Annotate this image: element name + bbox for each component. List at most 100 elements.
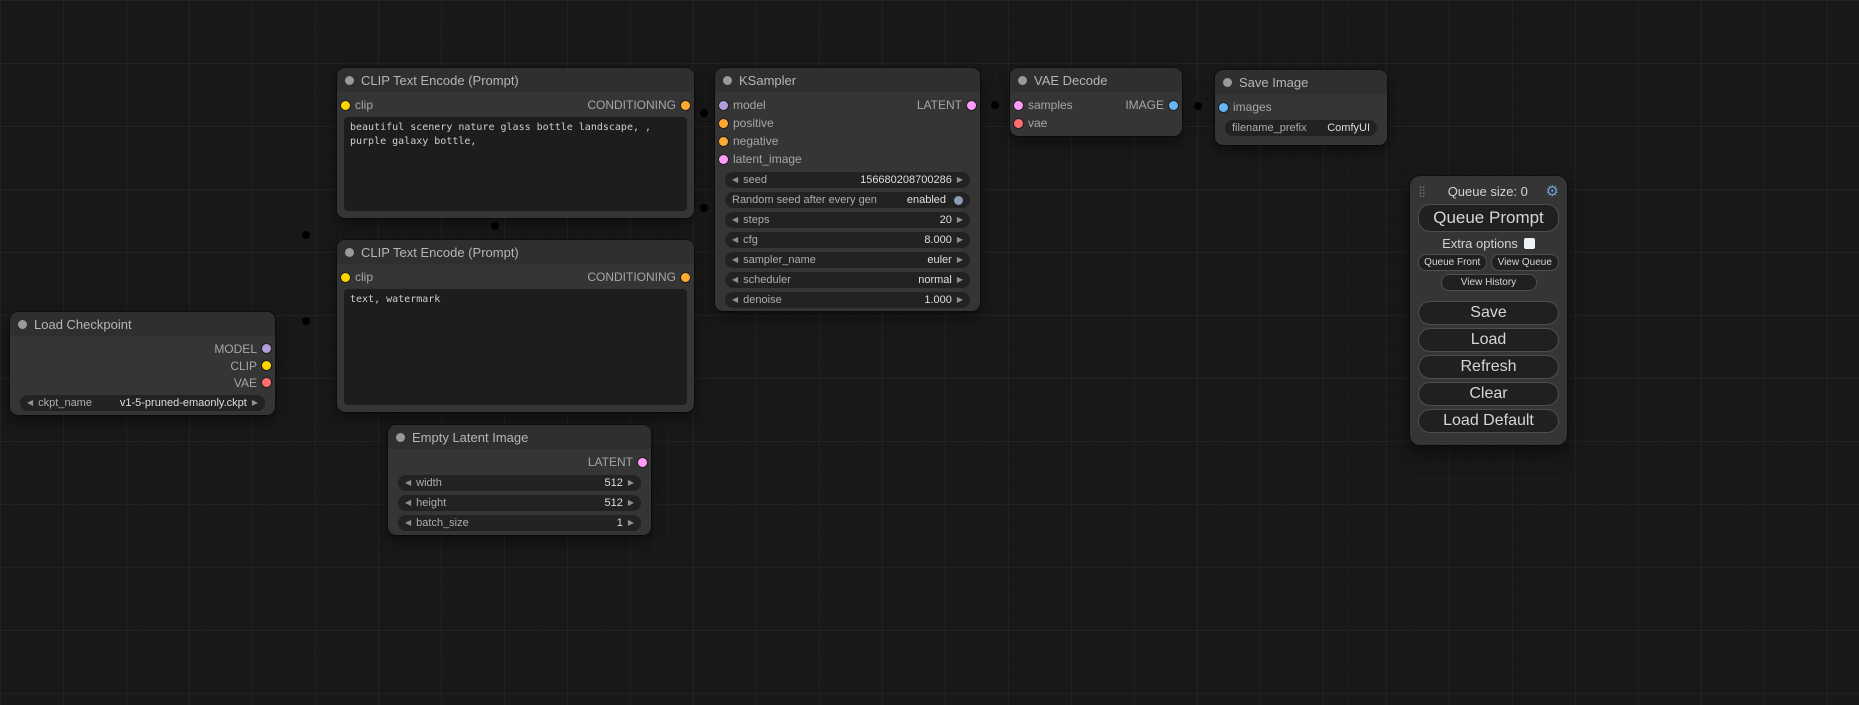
decrement-icon[interactable]: ◀ — [405, 519, 411, 527]
increment-icon[interactable]: ▶ — [957, 216, 963, 224]
increment-icon[interactable]: ▶ — [957, 276, 963, 284]
refresh-button[interactable]: Refresh — [1418, 355, 1559, 379]
collapse-dot[interactable] — [345, 248, 354, 257]
increment-icon[interactable]: ▶ — [628, 499, 634, 507]
input-port-latent-image[interactable]: latent_image — [719, 152, 802, 166]
collapse-dot[interactable] — [345, 76, 354, 85]
widget-seed[interactable]: ◀ seed 156680208700286 ▶ — [725, 172, 970, 188]
node-ksampler-titlebar[interactable]: KSampler — [715, 68, 980, 92]
latent-port-dot[interactable] — [638, 458, 647, 467]
collapse-dot[interactable] — [18, 320, 27, 329]
view-history-button[interactable]: View History — [1441, 274, 1537, 291]
node-graph-canvas[interactable]: Load Checkpoint MODEL CLIP VAE — [0, 0, 1859, 705]
drag-handle-icon[interactable]: ⣿ — [1418, 185, 1426, 198]
output-port-image[interactable]: IMAGE — [1125, 98, 1178, 112]
toggle-dot-icon[interactable] — [954, 196, 963, 205]
increment-icon[interactable]: ▶ — [628, 479, 634, 487]
input-port-positive[interactable]: positive — [719, 116, 774, 130]
node-empty-latent-titlebar[interactable]: Empty Latent Image — [388, 425, 651, 449]
node-save-image-titlebar[interactable]: Save Image — [1215, 70, 1387, 94]
latent-port-dot[interactable] — [719, 155, 728, 164]
input-port-vae[interactable]: vae — [1014, 116, 1047, 130]
queue-prompt-button[interactable]: Queue Prompt — [1418, 204, 1559, 232]
node-empty-latent-image[interactable]: Empty Latent Image LATENT ◀ width 512 ▶ … — [388, 425, 651, 535]
decrement-icon[interactable]: ◀ — [732, 276, 738, 284]
positive-prompt-textarea[interactable]: beautiful scenery nature glass bottle la… — [344, 117, 687, 211]
latent-port-dot[interactable] — [967, 101, 976, 110]
node-load-checkpoint-titlebar[interactable]: Load Checkpoint — [10, 312, 275, 336]
node-load-checkpoint[interactable]: Load Checkpoint MODEL CLIP VAE — [10, 312, 275, 415]
negative-prompt-textarea[interactable]: text, watermark — [344, 289, 687, 405]
decrement-icon[interactable]: ◀ — [732, 296, 738, 304]
vae-port-dot[interactable] — [262, 378, 271, 387]
latent-port-dot[interactable] — [1014, 101, 1023, 110]
conditioning-port-dot[interactable] — [681, 101, 690, 110]
widget-denoise[interactable]: ◀ denoise 1.000 ▶ — [725, 292, 970, 308]
clear-button[interactable]: Clear — [1418, 382, 1559, 406]
widget-scheduler[interactable]: ◀ scheduler normal ▶ — [725, 272, 970, 288]
output-port-vae[interactable]: VAE — [234, 376, 271, 390]
input-port-negative[interactable]: negative — [719, 134, 778, 148]
input-port-model[interactable]: model — [719, 98, 766, 112]
input-port-samples[interactable]: samples — [1014, 98, 1073, 112]
node-clip-text-encode-negative[interactable]: CLIP Text Encode (Prompt) clip CONDITION… — [337, 240, 694, 412]
node-ksampler[interactable]: KSampler model LATENT positive — [715, 68, 980, 311]
image-port-dot[interactable] — [1169, 101, 1178, 110]
collapse-dot[interactable] — [1223, 78, 1232, 87]
model-port-dot[interactable] — [262, 344, 271, 353]
increment-icon[interactable]: ▶ — [957, 176, 963, 184]
clip-port-dot[interactable] — [341, 273, 350, 282]
decrement-icon[interactable]: ◀ — [732, 236, 738, 244]
output-port-model[interactable]: MODEL — [214, 342, 271, 356]
widget-height[interactable]: ◀ height 512 ▶ — [398, 495, 641, 511]
widget-width[interactable]: ◀ width 512 ▶ — [398, 475, 641, 491]
clip-port-dot[interactable] — [262, 361, 271, 370]
input-port-clip[interactable]: clip — [341, 270, 373, 284]
increment-icon[interactable]: ▶ — [628, 519, 634, 527]
node-save-image[interactable]: Save Image images filename_prefix ComfyU… — [1215, 70, 1387, 145]
widget-batch-size[interactable]: ◀ batch_size 1 ▶ — [398, 515, 641, 531]
increment-icon[interactable]: ▶ — [252, 399, 258, 407]
collapse-dot[interactable] — [396, 433, 405, 442]
output-port-conditioning[interactable]: CONDITIONING — [587, 270, 690, 284]
increment-icon[interactable]: ▶ — [957, 256, 963, 264]
image-port-dot[interactable] — [1219, 103, 1228, 112]
decrement-icon[interactable]: ◀ — [732, 176, 738, 184]
decrement-icon[interactable]: ◀ — [405, 479, 411, 487]
decrement-icon[interactable]: ◀ — [27, 399, 33, 407]
save-button[interactable]: Save — [1418, 301, 1559, 325]
node-clip-text-encode-positive[interactable]: CLIP Text Encode (Prompt) clip CONDITION… — [337, 68, 694, 218]
decrement-icon[interactable]: ◀ — [405, 499, 411, 507]
conditioning-port-dot[interactable] — [719, 119, 728, 128]
input-port-clip[interactable]: clip — [341, 98, 373, 112]
decrement-icon[interactable]: ◀ — [732, 216, 738, 224]
decrement-icon[interactable]: ◀ — [732, 256, 738, 264]
conditioning-port-dot[interactable] — [719, 137, 728, 146]
collapse-dot[interactable] — [723, 76, 732, 85]
widget-ckpt-name[interactable]: ◀ ckpt_name v1-5-pruned-emaonly.ckpt ▶ — [20, 395, 265, 411]
input-port-images[interactable]: images — [1219, 100, 1272, 114]
output-port-clip[interactable]: CLIP — [230, 359, 271, 373]
clip-port-dot[interactable] — [341, 101, 350, 110]
load-default-button[interactable]: Load Default — [1418, 409, 1559, 433]
node-vae-decode-titlebar[interactable]: VAE Decode — [1010, 68, 1182, 92]
node-vae-decode[interactable]: VAE Decode samples IMAGE vae — [1010, 68, 1182, 136]
widget-cfg[interactable]: ◀ cfg 8.000 ▶ — [725, 232, 970, 248]
extra-options-checkbox[interactable] — [1524, 238, 1535, 249]
load-button[interactable]: Load — [1418, 328, 1559, 352]
collapse-dot[interactable] — [1018, 76, 1027, 85]
increment-icon[interactable]: ▶ — [957, 236, 963, 244]
widget-sampler-name[interactable]: ◀ sampler_name euler ▶ — [725, 252, 970, 268]
model-port-dot[interactable] — [719, 101, 728, 110]
vae-port-dot[interactable] — [1014, 119, 1023, 128]
widget-control-after-generate[interactable]: Random seed after every gen enabled — [725, 192, 970, 208]
output-port-conditioning[interactable]: CONDITIONING — [587, 98, 690, 112]
widget-steps[interactable]: ◀ steps 20 ▶ — [725, 212, 970, 228]
widget-filename-prefix[interactable]: filename_prefix ComfyUI — [1225, 120, 1377, 136]
conditioning-port-dot[interactable] — [681, 273, 690, 282]
output-port-latent[interactable]: LATENT — [588, 455, 647, 469]
increment-icon[interactable]: ▶ — [957, 296, 963, 304]
queue-front-button[interactable]: Queue Front — [1418, 254, 1487, 271]
view-queue-button[interactable]: View Queue — [1491, 254, 1560, 271]
settings-gear-icon[interactable]: ⚙ — [1546, 182, 1559, 200]
